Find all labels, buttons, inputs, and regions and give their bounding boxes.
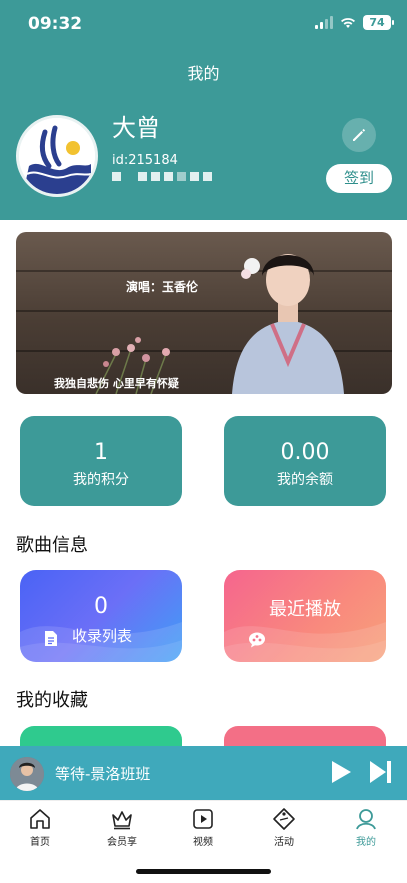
points-label: 我的积分 [73,472,129,488]
mini-player[interactable]: 等待-景洛班班 [0,746,407,800]
username: 大曾 [112,114,160,142]
status-time: 09:32 [28,14,83,34]
banner-singer-text: 演唱：玉香伦 [126,280,199,294]
home-icon [30,809,50,829]
tab-home-label: 首页 [30,837,50,848]
battery-indicator: 74 [363,15,394,30]
balance-value: 0.00 [280,440,330,465]
status-icons: 74 [315,15,394,30]
tab-activity[interactable]: 活动 [254,807,314,848]
tab-video[interactable]: 视频 [173,807,233,848]
profile-header: 09:32 74 我的 大曾 id:215184 签到 [0,0,407,220]
masked-info [112,172,212,181]
player-cover [10,757,44,791]
singer-image [232,254,344,394]
next-track-icon[interactable] [369,760,393,784]
pencil-icon [353,128,366,141]
document-icon [45,631,57,646]
user-icon [356,809,376,830]
signin-button[interactable]: 签到 [326,164,392,193]
tab-mine-label: 我的 [356,837,376,848]
page-title: 我的 [187,64,220,83]
collection-list-tile[interactable]: 0 收录列表 [20,570,182,662]
tab-video-label: 视频 [193,837,213,848]
recent-play-label: 最近播放 [269,599,341,620]
cellular-signal-icon [315,16,333,29]
recent-play-tile[interactable]: 最近播放 [224,570,386,662]
ticket-icon [273,808,295,830]
points-value: 1 [94,440,108,465]
points-card[interactable]: 1 我的积分 [20,416,182,506]
history-icon [249,632,265,648]
edit-profile-button[interactable] [342,118,376,152]
wifi-icon [341,17,355,28]
banner-carousel[interactable]: 演唱：玉香伦 我独自悲伤 心里早有怀疑 [16,232,392,394]
tab-vip-label: 会员享 [107,837,137,848]
banner-lyric-text: 我独自悲伤 心里早有怀疑 [54,377,179,390]
crown-icon [112,811,132,830]
home-indicator [136,869,271,874]
balance-label: 我的余额 [277,472,333,488]
balance-card[interactable]: 0.00 我的余额 [224,416,386,506]
tab-mine[interactable]: 我的 [336,807,396,848]
avatar[interactable] [16,115,98,197]
favorites-title: 我的收藏 [16,690,88,711]
song-info-title: 歌曲信息 [16,535,88,556]
collection-count: 0 [94,594,108,619]
tab-home[interactable]: 首页 [10,807,70,848]
collection-label: 收录列表 [72,627,133,645]
user-id: id:215184 [112,153,178,168]
video-icon [193,809,213,829]
logo-icon [19,118,95,194]
tab-vip[interactable]: 会员享 [92,807,152,848]
tab-activity-label: 活动 [274,837,294,848]
player-song-title: 等待-景洛班班 [55,765,151,783]
play-icon[interactable] [330,760,352,784]
